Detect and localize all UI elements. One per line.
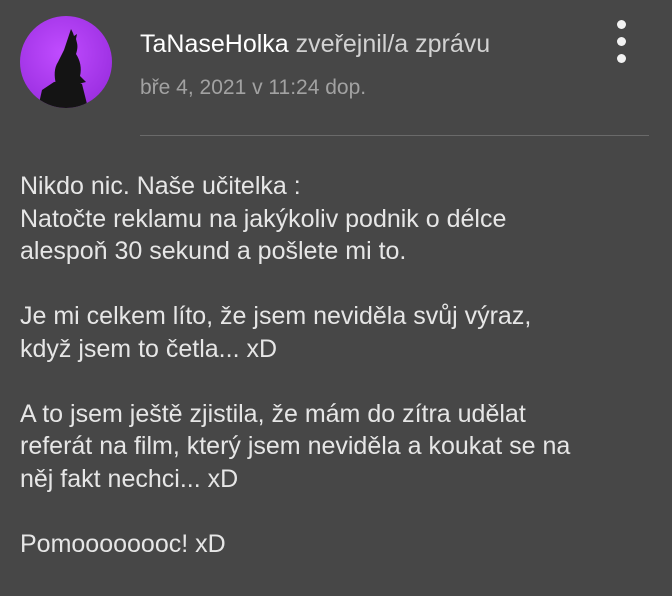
- more-vertical-icon: [617, 37, 626, 46]
- post-paragraph: Nikdo nic. Naše učitelka : Natočte rekla…: [20, 170, 660, 268]
- more-options-button[interactable]: [605, 18, 639, 64]
- post-paragraph: Je mi celkem líto, že jsem neviděla svůj…: [20, 300, 660, 365]
- post-body-line: když jsem to četla... xD: [20, 334, 278, 363]
- post-body-line: něj fakt nechci... xD: [20, 464, 239, 493]
- post-paragraph: Pomoooooooc! xD: [20, 528, 660, 561]
- howling-wolf-avatar-icon: [20, 16, 112, 108]
- post-body-line: referát na film, který jsem neviděla a k…: [20, 432, 571, 460]
- author-name[interactable]: TaNaseHolka: [140, 30, 289, 58]
- post-body-line: Pomoooooooc! xD: [20, 529, 226, 558]
- header-divider: [140, 135, 649, 136]
- post-body-line: alespoň 30 sekund a pošlete mi to.: [20, 237, 407, 265]
- post-body-line: Nikdo nic. Naše učitelka :: [20, 172, 301, 200]
- post-paragraph: A to jsem ještě zjistila, že mám do zítr…: [20, 398, 660, 496]
- post-action-text: zveřejnil/a zprávu: [295, 30, 491, 58]
- post-body-line: Natočte reklamu na jakýkoliv podnik o dé…: [20, 204, 507, 233]
- post-card: TaNaseHolka zveřejnil/a zprávu bře 4, 20…: [0, 0, 672, 596]
- post-header: TaNaseHolka zveřejnil/a zprávu: [140, 28, 490, 60]
- more-vertical-icon: [617, 54, 626, 63]
- more-vertical-icon: [617, 20, 626, 29]
- post-body-line: Je mi celkem líto, že jsem neviděla svůj…: [20, 302, 532, 330]
- post-body-line: A to jsem ještě zjistila, že mám do zítr…: [20, 399, 526, 428]
- post-timestamp[interactable]: bře 4, 2021 v 11:24 dop.: [140, 75, 366, 101]
- avatar[interactable]: [20, 16, 112, 108]
- post-body: Nikdo nic. Naše učitelka : Natočte rekla…: [20, 170, 660, 560]
